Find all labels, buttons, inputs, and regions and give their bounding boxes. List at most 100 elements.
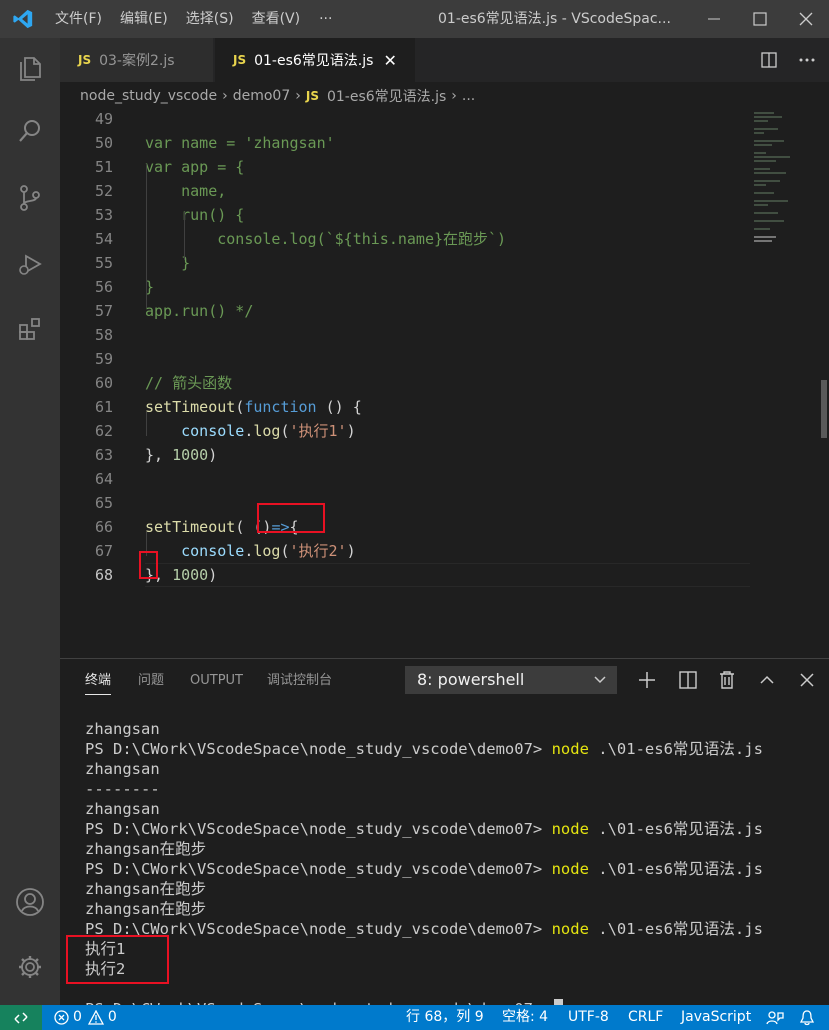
menu-edit[interactable]: 编辑(E) <box>111 0 177 38</box>
code-token: ) <box>346 422 356 440</box>
terminal-text: zhangsan <box>85 760 160 778</box>
code-token: }, <box>145 446 173 464</box>
tab-terminal[interactable]: 终端 <box>85 659 112 703</box>
code-line[interactable]: 57 app.run() */ <box>60 299 750 323</box>
code-line[interactable]: 61 setTimeout(function () { <box>60 395 750 419</box>
code-line[interactable]: 65 <box>60 491 750 515</box>
status-bar: 0 0 行 68，列 9 空格: 4 UTF-8 CRLF JavaScript <box>0 1005 829 1030</box>
tab-01-es6[interactable]: JS 01-es6常见语法.js ✕ <box>215 38 415 82</box>
code-line[interactable]: 59 <box>60 347 750 371</box>
search-icon[interactable] <box>0 101 60 161</box>
close-panel-icon[interactable] <box>793 666 821 694</box>
tab-03-case2[interactable]: JS 03-案例2.js <box>60 38 214 82</box>
breadcrumb-folder-root[interactable]: node_study_vscode <box>80 88 217 104</box>
settings-gear-icon[interactable] <box>0 937 60 997</box>
code-editor[interactable]: 49 50 var name = 'zhangsan' 51 var app = {52… <box>60 110 829 658</box>
terminal-line: PS D:\CWork\VScodeSpace\node_study_vscod… <box>85 819 763 839</box>
title-bar: 文件(F) 编辑(E) 选择(S) 查看(V) ··· 01-es6常见语法.j… <box>0 0 829 38</box>
menu-file[interactable]: 文件(F) <box>46 0 111 38</box>
terminal-text: zhangsan <box>85 800 160 818</box>
menu-view[interactable]: 查看(V) <box>243 0 310 38</box>
line-number: 56 <box>94 278 113 296</box>
terminal-line: PS D:\CWork\VScodeSpace\node_study_vscod… <box>85 919 763 939</box>
line-number: 67 <box>94 542 113 560</box>
breadcrumb-file[interactable]: 01-es6常见语法.js <box>327 86 446 106</box>
line-number: 51 <box>94 158 113 176</box>
terminal-panel: 终端 问题 OUTPUT 调试控制台 8: powershell zhangsa… <box>60 658 829 1018</box>
menu-more-button[interactable]: ··· <box>309 0 342 38</box>
line-number: 54 <box>94 230 113 248</box>
code-line[interactable]: 53 run() { <box>60 203 750 227</box>
split-editor-icon[interactable] <box>754 38 784 82</box>
breadcrumb-symbol[interactable]: ... <box>462 88 475 104</box>
kill-terminal-trash-icon[interactable] <box>713 666 741 694</box>
terminal-line: zhangsan在跑步 <box>85 879 206 899</box>
maximize-button[interactable] <box>737 0 783 38</box>
terminal-select[interactable]: 8: powershell <box>405 666 617 694</box>
code-line[interactable]: 49 <box>60 110 750 131</box>
code-line[interactable]: 54 console.log(`${this.name}在跑步`) <box>60 227 750 251</box>
new-terminal-icon[interactable] <box>633 666 661 694</box>
line-ending[interactable]: CRLF <box>628 1005 663 1030</box>
tab-output[interactable]: OUTPUT <box>190 659 243 703</box>
error-count: 0 <box>73 1009 82 1025</box>
remote-indicator-icon[interactable] <box>0 1005 42 1030</box>
code-text: var app = { <box>145 155 244 179</box>
code-line[interactable]: 58 <box>60 323 750 347</box>
line-number: 65 <box>94 494 113 512</box>
code-token: log <box>253 542 281 560</box>
code-line[interactable]: 68}, 1000) <box>60 563 750 587</box>
terminal-command: node <box>551 820 589 838</box>
menu-selection[interactable]: 选择(S) <box>177 0 243 38</box>
breadcrumb-folder-demo07[interactable]: demo07 <box>233 88 291 104</box>
notifications-bell-icon[interactable] <box>800 1005 814 1030</box>
feedback-icon[interactable] <box>766 1005 784 1030</box>
split-terminal-icon[interactable] <box>674 666 702 694</box>
code-text: console.log('执行2') <box>145 539 356 563</box>
encoding[interactable]: UTF-8 <box>568 1005 609 1030</box>
indentation[interactable]: 空格: 4 <box>502 1005 548 1030</box>
code-text: app.run() */ <box>145 299 253 323</box>
extensions-icon[interactable] <box>0 299 60 359</box>
run-debug-icon[interactable] <box>0 234 60 294</box>
more-actions-icon[interactable] <box>792 38 822 82</box>
terminal-text: -------- <box>85 780 160 798</box>
close-window-button[interactable] <box>783 0 829 38</box>
tab-problems[interactable]: 问题 <box>138 659 164 703</box>
terminal-args: .\01-es6常见语法.js <box>588 820 763 838</box>
tab-debug-console[interactable]: 调试控制台 <box>267 659 332 703</box>
code-token: console <box>181 542 245 560</box>
language-mode[interactable]: JavaScript <box>681 1005 751 1030</box>
code-line[interactable]: 51 var app = { <box>60 155 750 179</box>
code-line[interactable]: 55 } <box>60 251 750 275</box>
code-line[interactable]: 56} <box>60 275 750 299</box>
source-control-icon[interactable] <box>0 168 60 228</box>
window-title: 01-es6常见语法.js - VScodeSpac... <box>438 11 671 27</box>
line-number: 50 <box>94 134 113 152</box>
close-tab-icon[interactable]: ✕ <box>383 51 396 70</box>
editor-scrollbar-thumb[interactable] <box>821 380 827 438</box>
code-line[interactable]: 50 var name = 'zhangsan' <box>60 131 750 155</box>
cursor-position[interactable]: 行 68，列 9 <box>406 1005 484 1030</box>
code-line[interactable]: 52 name, <box>60 179 750 203</box>
code-token: () { <box>316 398 362 416</box>
breadcrumb-separator: › <box>222 88 228 104</box>
accounts-icon[interactable] <box>0 872 60 932</box>
js-file-icon: JS <box>233 53 247 67</box>
code-line[interactable]: 67 console.log('执行2') <box>60 539 750 563</box>
maximize-panel-chevron-up-icon[interactable] <box>753 666 781 694</box>
warning-icon <box>87 1010 104 1025</box>
minimize-button[interactable] <box>691 0 737 38</box>
minimap[interactable] <box>754 110 814 260</box>
explorer-icon[interactable] <box>0 38 60 98</box>
terminal-line: zhangsan在跑步 <box>85 839 206 859</box>
code-line[interactable]: 64 <box>60 467 750 491</box>
code-line[interactable]: 63}, 1000) <box>60 443 750 467</box>
code-line[interactable]: 62 console.log('执行1') <box>60 419 750 443</box>
code-line[interactable]: 60 // 箭头函数 <box>60 371 750 395</box>
line-number: 60 <box>94 374 113 392</box>
terminal-command: node <box>551 920 589 938</box>
problems-status[interactable]: 0 0 <box>54 1005 117 1030</box>
code-line[interactable]: 66 setTimeout( ()=>{ <box>60 515 750 539</box>
terminal-line: -------- <box>85 779 160 799</box>
